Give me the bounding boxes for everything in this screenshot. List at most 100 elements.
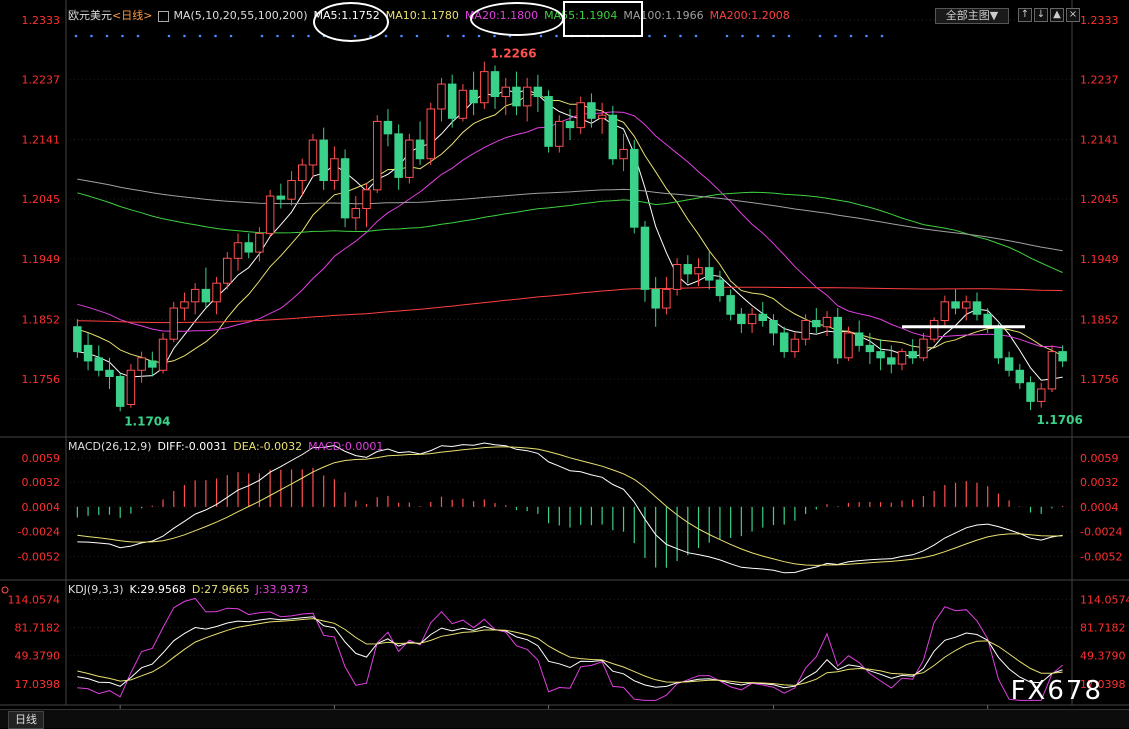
background (0, 0, 1129, 727)
signal-dot (214, 34, 217, 38)
candle (308, 139, 318, 166)
price-tick-left: 1.2333 (22, 14, 61, 27)
ma10-readout: MA10:1.1780 (385, 9, 459, 22)
macd-tick-left: 0.0059 (22, 452, 61, 465)
candle (533, 86, 543, 98)
candle (929, 320, 939, 340)
candle (983, 313, 992, 328)
ma5-highlight-circle (313, 2, 389, 42)
signal-dot (276, 34, 279, 38)
signal-dot (167, 34, 171, 38)
candle (447, 83, 457, 119)
candle (362, 189, 371, 210)
macd-tick-right: 0.0032 (1080, 476, 1119, 489)
price-tick-left: 1.1852 (22, 313, 61, 326)
signal-dot (105, 34, 109, 38)
candle (801, 320, 810, 340)
candle (919, 338, 928, 359)
candle (704, 267, 714, 281)
chart-canvas[interactable]: 1.2333 1.2333 1.2237 1.2237 1.2141 1.2141 1.20… (0, 0, 1129, 727)
d-readout: D:27.9665 (191, 583, 250, 596)
ma200-readout: MA200:1.2008 (709, 9, 790, 22)
period-label[interactable]: <日线> (112, 9, 152, 22)
signal-dot (772, 34, 775, 38)
signal-dot (834, 34, 837, 38)
signal-dot (307, 34, 310, 38)
candle (319, 139, 328, 182)
candle (555, 120, 564, 147)
price-tick-right: 1.2045 (1080, 193, 1119, 206)
signal-dot (400, 34, 403, 38)
candle (737, 313, 746, 325)
signal-dot (725, 34, 729, 38)
macd-tick-right: 0.0004 (1080, 501, 1119, 514)
candle (276, 195, 286, 200)
candle (812, 320, 821, 328)
candle (672, 264, 682, 290)
price-tick-left: 1.2045 (22, 193, 61, 206)
candle (480, 71, 489, 104)
signal-dot (198, 34, 202, 38)
candle (865, 344, 875, 353)
ma20-highlight-circle (470, 2, 564, 36)
macd-tick-left: 0.0004 (22, 501, 61, 514)
macd-readout: MACD:0.0001 (308, 440, 384, 453)
candle (158, 338, 168, 371)
signal-dot (121, 34, 124, 38)
candle (405, 139, 414, 178)
j-readout: J:33.9373 (255, 583, 309, 596)
price-tick-right: 1.1756 (1080, 373, 1119, 386)
signal-dot (555, 34, 558, 38)
candle (662, 288, 671, 309)
candle (437, 83, 446, 110)
candle (597, 114, 607, 119)
signal-dot (787, 34, 791, 38)
candle (683, 264, 693, 275)
candle (779, 332, 789, 353)
status-bar: 日线 (0, 709, 1129, 729)
candle (330, 158, 339, 182)
candle (394, 133, 403, 178)
candle (458, 89, 468, 119)
candle (758, 313, 768, 322)
candle (105, 369, 114, 377)
kdj-legend: KDJ(9,3,3) K:29.9568 D:27.9665 J:33.9373 (68, 583, 314, 597)
signal-dot (694, 34, 698, 38)
candle (576, 102, 585, 129)
k-readout: K:29.9568 (129, 583, 186, 596)
maximize-icon[interactable]: ▲ (1050, 8, 1064, 22)
arrow-down-icon[interactable]: ↓ (1034, 8, 1048, 22)
candle (587, 102, 596, 119)
kdj-tick-left: 17.0398 (15, 678, 61, 691)
candle (1047, 351, 1057, 390)
candle (747, 313, 757, 325)
price-tick-right: 1.1852 (1080, 313, 1119, 326)
price-tick-right: 1.2237 (1080, 74, 1119, 87)
candle (769, 320, 778, 334)
candle (233, 242, 243, 259)
candle (148, 360, 157, 368)
candle (190, 288, 200, 303)
tab-daily[interactable]: 日线 (8, 711, 44, 729)
close-icon[interactable]: × (1066, 8, 1080, 22)
candle (951, 301, 960, 309)
signal-dot (679, 34, 682, 38)
main-chart-dropdown[interactable]: 全部主图▼ (935, 8, 1009, 24)
candle (180, 301, 189, 309)
arrow-up-icon[interactable]: ↑ (1018, 8, 1032, 22)
kdj-tick-right: 81.7182 (1080, 622, 1126, 635)
candle (501, 86, 510, 98)
candle (1004, 357, 1014, 371)
ma-settings-icon[interactable] (158, 10, 170, 22)
signal-dot (291, 34, 295, 38)
signal-dot (183, 34, 186, 38)
signal-dot (260, 34, 264, 38)
signal-dot (741, 34, 744, 38)
price-tick-left: 1.2141 (22, 133, 61, 146)
candle (265, 195, 275, 234)
candle (126, 369, 136, 405)
candle (790, 338, 800, 353)
candle (876, 351, 885, 359)
candle (565, 120, 575, 129)
signal-dot (462, 34, 465, 38)
